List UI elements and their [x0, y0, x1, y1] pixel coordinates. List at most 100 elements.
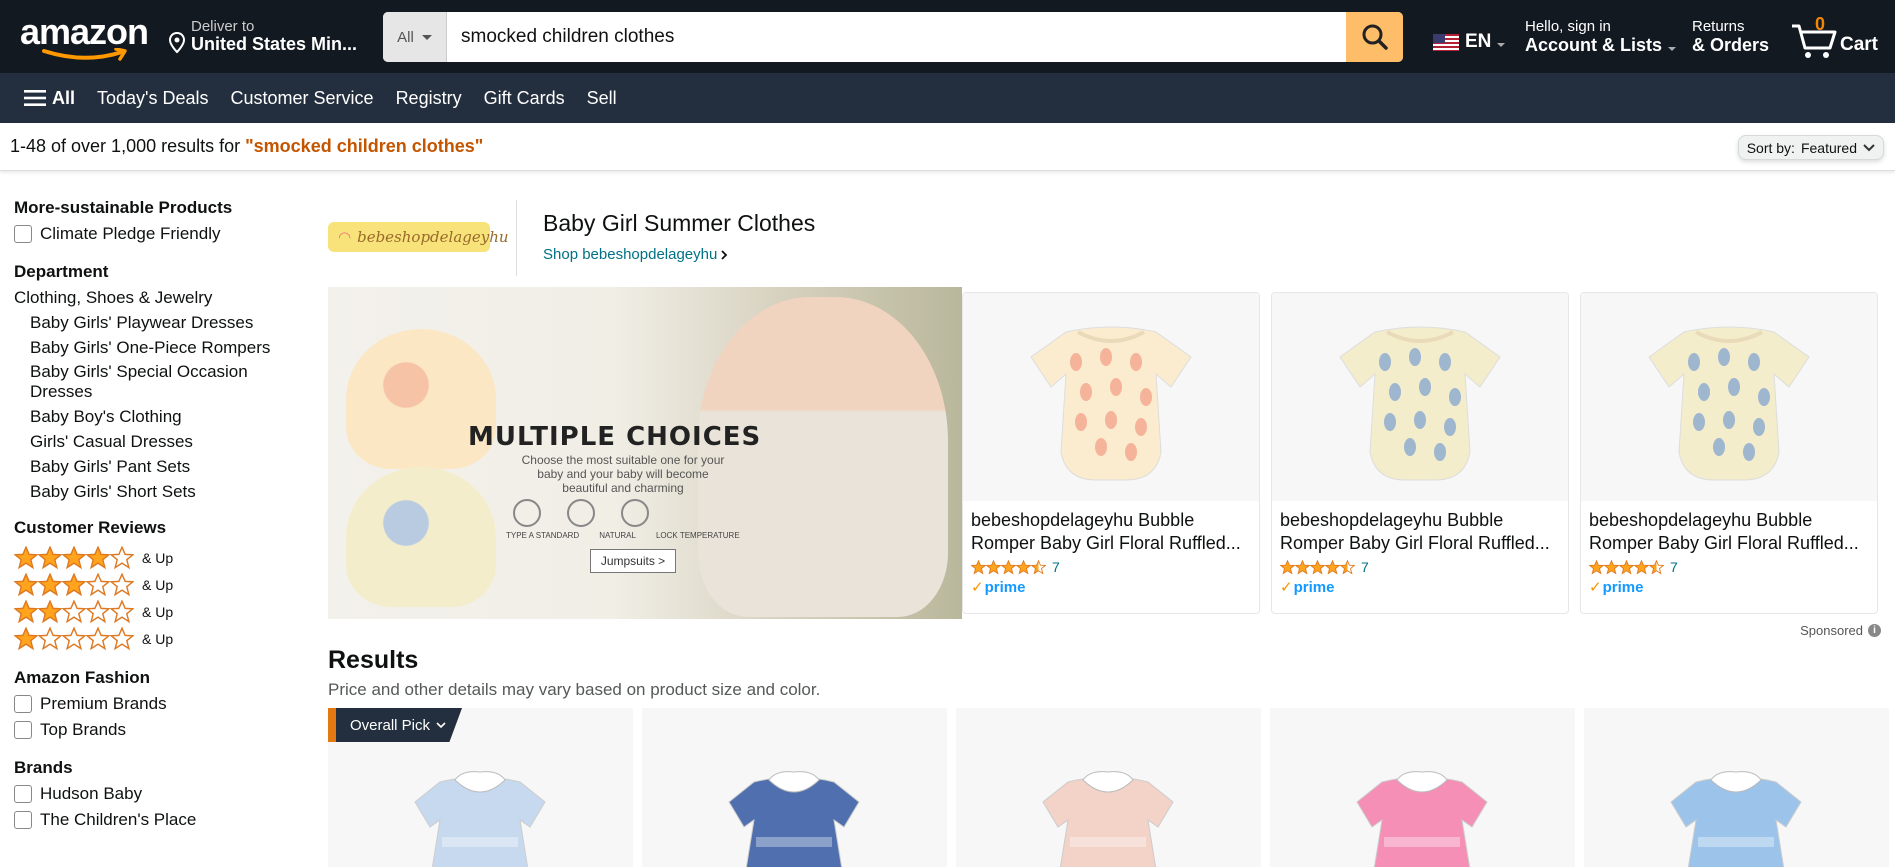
brand-title[interactable]: Baby Girl Summer Clothes: [543, 210, 815, 237]
star-empty-icon: [110, 599, 134, 623]
review-filter-row[interactable]: & Up: [14, 571, 304, 598]
sponsored-product-card[interactable]: bebeshopdelageyhu Bubble Romper Baby Gir…: [962, 292, 1260, 614]
checkbox[interactable]: [14, 811, 32, 829]
returns-label: Returns: [1692, 18, 1745, 35]
chevron-right-icon: [721, 249, 728, 260]
star-empty-icon: [86, 626, 110, 650]
returns-orders[interactable]: Returns & Orders: [1692, 18, 1769, 56]
review-filter-row[interactable]: & Up: [14, 625, 304, 652]
result-product-card[interactable]: [956, 708, 1261, 867]
checkbox[interactable]: [14, 785, 32, 803]
account-greeting: Hello, sign in: [1525, 18, 1611, 35]
star-filled-icon: [62, 545, 86, 569]
department-link[interactable]: Clothing, Shoes & Jewelry: [14, 288, 304, 308]
language-selector[interactable]: EN: [1433, 31, 1506, 53]
climate-pledge-filter[interactable]: Climate Pledge Friendly: [14, 224, 304, 244]
account-menu[interactable]: Hello, sign in Account & Lists: [1525, 18, 1677, 56]
info-icon[interactable]: i: [1868, 624, 1881, 637]
search-button[interactable]: [1346, 12, 1403, 62]
filter-label: Premium Brands: [40, 694, 167, 713]
product-rating[interactable]: 7: [1272, 555, 1568, 575]
prime-badge: ✓ prime: [963, 575, 1259, 597]
product-image[interactable]: [1322, 742, 1522, 867]
star-filled-icon: [1604, 559, 1619, 575]
product-image[interactable]: [1581, 293, 1877, 501]
department-sublink[interactable]: Girls' Casual Dresses: [14, 431, 304, 452]
top-brands-filter[interactable]: Top Brands: [14, 720, 304, 740]
rainbow-icon: ◠: [338, 228, 352, 246]
all-menu-button[interactable]: All: [24, 88, 75, 109]
hudson-baby-filter[interactable]: Hudson Baby: [14, 784, 304, 804]
result-product-card[interactable]: [642, 708, 947, 867]
sponsored-label[interactable]: Sponsored i: [1800, 623, 1881, 638]
department-sublink[interactable]: Baby Girls' Short Sets: [14, 481, 304, 502]
romper-product-image: [1648, 326, 1810, 481]
product-image[interactable]: [1008, 742, 1208, 867]
star-rating: [14, 599, 134, 624]
amazon-logo[interactable]: amazon: [20, 14, 149, 61]
department-sublink[interactable]: Baby Boy's Clothing: [14, 406, 304, 427]
checkbox[interactable]: [14, 225, 32, 243]
all-menu-label: All: [52, 87, 76, 108]
search-input[interactable]: smocked children clothes: [447, 12, 1346, 62]
icon-label: TYPE A STANDARD: [506, 531, 580, 540]
product-rating[interactable]: 7: [963, 555, 1259, 575]
product-image[interactable]: [694, 742, 894, 867]
star-half-icon: [1649, 559, 1664, 575]
banner-jumpsuits-button[interactable]: Jumpsuits >: [590, 549, 676, 573]
feature-icon: [513, 499, 541, 527]
star-filled-icon: [38, 572, 62, 596]
star-filled-icon: [986, 559, 1001, 575]
product-image[interactable]: [1272, 293, 1568, 501]
department-sublink[interactable]: Baby Girls' Special Occasion Dresses: [14, 362, 264, 402]
product-title[interactable]: bebeshopdelageyhu Bubble Romper Baby Gir…: [1581, 501, 1877, 555]
review-filter-label: & Up: [142, 576, 174, 593]
product-title[interactable]: bebeshopdelageyhu Bubble Romper Baby Gir…: [963, 501, 1259, 555]
brand-logo[interactable]: ◠ bebeshopdelageyhu: [328, 222, 509, 252]
review-count[interactable]: 7: [1052, 559, 1060, 575]
prime-check-icon: ✓: [1280, 579, 1293, 596]
nav-registry[interactable]: Registry: [396, 88, 462, 109]
search-category-dropdown[interactable]: All: [383, 12, 447, 62]
brand-logo-text: bebeshopdelageyhu: [357, 228, 509, 246]
department-sublink[interactable]: Baby Girls' Playwear Dresses: [14, 312, 304, 333]
search-icon: [1362, 24, 1388, 50]
review-filter-row[interactable]: & Up: [14, 544, 304, 571]
filter-label: Top Brands: [40, 720, 126, 739]
premium-brands-filter[interactable]: Premium Brands: [14, 694, 304, 714]
overall-pick-badge[interactable]: Overall Pick: [328, 708, 463, 742]
product-rating[interactable]: 7: [1581, 555, 1877, 575]
result-product-card[interactable]: Overall Pick: [328, 708, 633, 867]
product-title[interactable]: bebeshopdelageyhu Bubble Romper Baby Gir…: [1272, 501, 1568, 555]
search-bar: All smocked children clothes: [383, 12, 1403, 62]
shop-brand-link[interactable]: Shop bebeshopdelageyhu: [543, 246, 728, 263]
nav-todays-deals[interactable]: Today's Deals: [97, 88, 209, 109]
product-image[interactable]: [1636, 742, 1836, 867]
sort-dropdown[interactable]: Sort by: Featured: [1737, 135, 1884, 160]
nav-gift-cards[interactable]: Gift Cards: [484, 88, 565, 109]
review-filter-row[interactable]: & Up: [14, 598, 304, 625]
banner-subtext: Choose the most suitable one for your ba…: [521, 453, 725, 495]
checkbox[interactable]: [14, 695, 32, 713]
sponsored-product-card[interactable]: bebeshopdelageyhu Bubble Romper Baby Gir…: [1580, 292, 1878, 614]
star-rating: [14, 626, 134, 651]
checkbox[interactable]: [14, 721, 32, 739]
result-product-card[interactable]: [1584, 708, 1889, 867]
department-sublink[interactable]: Baby Girls' Pant Sets: [14, 456, 304, 477]
review-count[interactable]: 7: [1670, 559, 1678, 575]
sponsored-product-card[interactable]: bebeshopdelageyhu Bubble Romper Baby Gir…: [1271, 292, 1569, 614]
star-filled-icon: [1295, 559, 1310, 575]
results-heading: Results: [328, 646, 419, 674]
star-rating: [14, 572, 134, 597]
result-product-card[interactable]: [1270, 708, 1575, 867]
childrens-place-filter[interactable]: The Children's Place: [14, 810, 304, 830]
review-filter-label: & Up: [142, 603, 174, 620]
brand-banner-image[interactable]: MULTIPLE CHOICES Choose the most suitabl…: [328, 287, 962, 619]
review-count[interactable]: 7: [1361, 559, 1369, 575]
product-image[interactable]: [963, 293, 1259, 501]
cart-button[interactable]: 0 Cart: [1790, 14, 1890, 60]
nav-sell[interactable]: Sell: [587, 88, 617, 109]
department-sublink[interactable]: Baby Girls' One-Piece Rompers: [14, 337, 304, 358]
product-image[interactable]: [380, 742, 580, 867]
nav-customer-service[interactable]: Customer Service: [231, 88, 374, 109]
